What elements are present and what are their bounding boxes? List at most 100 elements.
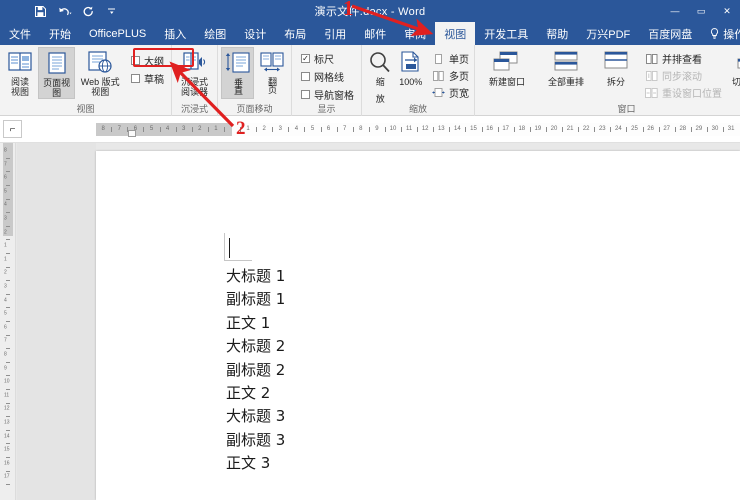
- indent-marker[interactable]: [128, 130, 136, 137]
- vertical-ruler-tick-mark: [6, 402, 10, 404]
- page-width-button[interactable]: 页宽: [432, 85, 469, 100]
- tab-references[interactable]: 引用: [315, 22, 355, 45]
- vertical-ruler-tick-mark: [6, 157, 10, 159]
- tab-file[interactable]: 文件: [0, 22, 40, 45]
- synchronous-scrolling-label: 同步滚动: [662, 72, 702, 83]
- ruler-tick-label: 24: [615, 126, 622, 132]
- vertical-ruler-tick-label: 15: [4, 446, 10, 453]
- arrange-all-button[interactable]: 全部重排: [537, 47, 595, 99]
- vertical-scroll-button[interactable]: 垂直: [221, 47, 255, 99]
- tab-mailings[interactable]: 邮件: [355, 22, 395, 45]
- document-page[interactable]: 大标题 1 副标题 1 正文 1 大标题 2 副标题 2 正文 2 大标题 3 副标题 3 正文…: [96, 151, 740, 500]
- side-to-side-button[interactable]: 翻页: [255, 47, 288, 99]
- customize-qat-icon[interactable]: [105, 4, 120, 19]
- ruler-tick-label: 26: [647, 126, 654, 132]
- ruler-tick-label: 3: [278, 126, 282, 132]
- zoom-100-icon: [400, 49, 422, 75]
- redo-icon[interactable]: [81, 4, 96, 19]
- synchronous-scrolling-button[interactable]: 同步滚动: [645, 68, 722, 83]
- vertical-ruler-tick-label: 5: [4, 188, 7, 195]
- switch-windows-button[interactable]: 切换窗口: [725, 47, 740, 99]
- tab-home[interactable]: 开始: [40, 22, 80, 45]
- undo-icon[interactable]: [57, 4, 72, 19]
- window-group-label: 窗口: [617, 104, 636, 114]
- ruler-tick-mark: [417, 127, 419, 132]
- maximize-button[interactable]: ▭: [688, 0, 714, 22]
- ruler-tick-label: 12: [421, 126, 429, 132]
- document-line: 副标题 2: [226, 360, 286, 379]
- ruler-tick-label: 22: [582, 126, 590, 132]
- navigation-pane-checkbox[interactable]: 导航窗格: [301, 87, 354, 102]
- vertical-ruler-tick-label: 7: [4, 161, 7, 168]
- tab-stop-selector[interactable]: ⌐: [3, 120, 22, 138]
- web-layout-button[interactable]: Web 版式视图: [76, 47, 124, 99]
- tab-view[interactable]: 视图: [435, 22, 476, 45]
- minimize-button[interactable]: —: [662, 0, 688, 22]
- tab-insert[interactable]: 插入: [155, 22, 195, 45]
- vertical-ruler-tick-mark: [6, 307, 10, 309]
- document-text[interactable]: 大标题 1 副标题 1 正文 1 大标题 2 副标题 2 正文 2 大标题 3 副标题 3 正文…: [226, 265, 626, 476]
- ruler-tick-mark: [320, 127, 322, 132]
- vertical-ruler-tick-label: 1: [4, 242, 7, 249]
- ruler-tick-mark: [288, 127, 290, 132]
- vertical-scroll-label: 垂直: [233, 78, 244, 94]
- page-width-label: 页宽: [449, 89, 469, 100]
- vertical-ruler-tick-label: 4: [4, 201, 7, 208]
- multiple-pages-button[interactable]: 多页: [432, 68, 469, 83]
- horizontal-ruler[interactable]: 8 7 6 5 4 3 2 1 1 2 3 4 5 6 7 8 9 10 11 12 13 14 15 16 17 18 19 20 2…: [96, 123, 740, 136]
- ruler-tick-mark: [610, 127, 612, 132]
- tab-design[interactable]: 设计: [235, 22, 275, 45]
- ruler-tick-mark: [272, 127, 274, 132]
- reset-window-position-button[interactable]: 重设窗口位置: [645, 85, 722, 100]
- ruler-checkbox[interactable]: ✓ 标尺: [301, 51, 354, 66]
- tab-developer[interactable]: 开发工具: [475, 22, 537, 45]
- zoom-100-button[interactable]: 100%: [395, 47, 427, 99]
- ruler-tick-label: 11: [405, 126, 413, 132]
- document-line: 大标题 1: [226, 267, 286, 285]
- arrange-all-label: 全部重排: [547, 77, 584, 87]
- view-side-by-side-button[interactable]: 并排查看: [645, 51, 722, 66]
- vertical-ruler-tick-mark: [6, 321, 10, 322]
- ribbon-group-page-movement: 垂直 翻页 页面移动: [218, 45, 292, 116]
- tell-me-search[interactable]: 操作说明搜索: [701, 22, 740, 45]
- switch-windows-label: 切换窗口: [731, 77, 740, 87]
- tab-help[interactable]: 帮助: [537, 22, 577, 45]
- ruler-tick-mark: [207, 127, 209, 132]
- ruler-tick-label: 18: [518, 126, 526, 132]
- vertical-ruler-tick-label: 1: [4, 256, 7, 263]
- vertical-ruler-tick-label: 11: [4, 392, 10, 399]
- vertical-ruler-tick-mark: [6, 293, 10, 295]
- lightbulb-icon: [710, 28, 719, 39]
- gridlines-checkbox[interactable]: 网格线: [301, 69, 354, 84]
- save-icon[interactable]: [33, 4, 48, 19]
- new-window-button[interactable]: 新建窗口: [478, 47, 536, 99]
- ruler-tick-label: 16: [486, 126, 493, 132]
- vertical-ruler-tick-label: 8: [4, 147, 7, 154]
- read-mode-button[interactable]: 阅读 视图: [3, 47, 37, 99]
- vertical-ruler-tick-label: 6: [4, 324, 7, 331]
- draft-checkbox-box: [131, 74, 140, 83]
- one-page-button[interactable]: 单页: [432, 51, 469, 66]
- vertical-ruler-tick-mark: [6, 239, 10, 241]
- show-group-label: 显示: [317, 104, 336, 114]
- tab-review[interactable]: 审阅: [395, 22, 435, 45]
- split-button[interactable]: 拆分: [596, 47, 636, 99]
- close-button[interactable]: ✕: [714, 0, 740, 22]
- draft-checkbox-label: 草稿: [144, 75, 164, 86]
- tab-layout[interactable]: 布局: [275, 22, 315, 45]
- tab-baidu-netdisk[interactable]: 百度网盘: [639, 22, 701, 45]
- ruler-tick-label: 31: [727, 126, 735, 132]
- zoom-button[interactable]: 缩 放: [365, 47, 394, 102]
- multiple-pages-label: 多页: [449, 72, 469, 83]
- one-page-label: 单页: [449, 55, 469, 66]
- tab-wondershare-pdf[interactable]: 万兴PDF: [577, 22, 639, 45]
- draft-checkbox[interactable]: 草稿: [131, 71, 164, 86]
- tab-officeplus[interactable]: OfficePLUS: [80, 22, 155, 45]
- print-layout-button[interactable]: 页面视图: [37, 47, 76, 100]
- tab-draw[interactable]: 绘图: [195, 22, 235, 45]
- vertical-ruler-tick-mark: [6, 198, 10, 200]
- ruler-tick-mark: [223, 127, 225, 132]
- vertical-ruler-tick-label: 17: [4, 473, 10, 480]
- side-to-side-icon: [259, 49, 285, 75]
- vertical-ruler[interactable]: 8 7 6 5 4 3 2 1 1 2 3 4 5 6 7 8 9 10 11 12 13 14 15 16 17: [0, 143, 16, 500]
